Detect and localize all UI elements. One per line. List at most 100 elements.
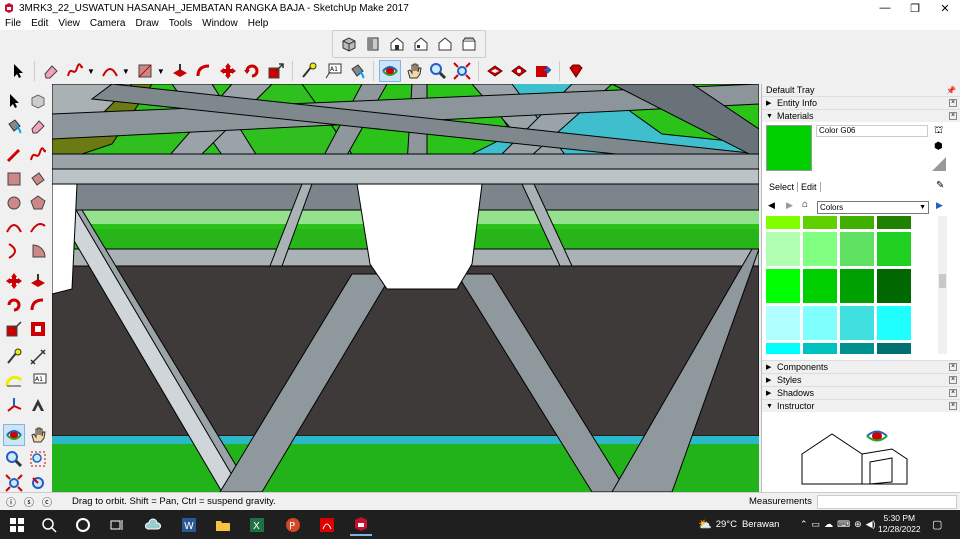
weather-widget[interactable]: ⛅ 29°C Berawan [698, 510, 779, 539]
home-icon[interactable]: ⌂ [802, 199, 808, 210]
paint-bucket-button[interactable] [346, 60, 368, 82]
material-swatch[interactable] [766, 269, 800, 303]
offset-left[interactable] [27, 318, 49, 340]
back-view-button[interactable] [434, 33, 456, 55]
top-view-button[interactable] [362, 33, 384, 55]
close-button[interactable]: ✕ [930, 0, 960, 16]
zoom-extents-button[interactable] [451, 60, 473, 82]
word-app-button[interactable]: W [178, 514, 200, 536]
file-explorer-button[interactable] [212, 514, 234, 536]
windows-start-button[interactable] [6, 514, 28, 536]
pan-tool-button[interactable] [403, 60, 425, 82]
freehand-left[interactable] [27, 144, 49, 166]
tray-expand-icon[interactable]: ⌃ [800, 519, 808, 530]
display-secondary-icon[interactable]: ⛫ [934, 125, 943, 138]
move-tool-button[interactable] [217, 60, 239, 82]
help-icon[interactable]: ⓘ [6, 494, 16, 509]
chevron-down-icon[interactable]: ▼ [122, 67, 130, 76]
left-view-button[interactable] [458, 33, 480, 55]
sketchup-app-button[interactable] [350, 514, 372, 536]
material-swatch[interactable] [803, 232, 837, 266]
front-view-button[interactable] [386, 33, 408, 55]
zoom-tool-button[interactable] [427, 60, 449, 82]
circle-left[interactable] [3, 192, 25, 214]
back-arrow-icon[interactable]: ◀ [768, 200, 775, 211]
share-model-button[interactable] [532, 60, 554, 82]
rectangle-tool-button[interactable] [134, 60, 156, 82]
powerpoint-app-button[interactable]: P [282, 514, 304, 536]
zoom-window-left[interactable] [27, 448, 49, 470]
tab-select[interactable]: Select [766, 182, 799, 192]
close-panel-icon[interactable]: × [949, 363, 957, 371]
eyedropper-icon[interactable]: ✎ [936, 180, 944, 191]
maximize-button[interactable]: ❐ [900, 0, 930, 16]
clock[interactable]: 5:30 PM 12/28/2022 [878, 513, 921, 535]
tape-measure-left[interactable] [3, 346, 25, 368]
eraser-left[interactable] [27, 115, 49, 137]
rotated-rectangle-left[interactable] [27, 168, 49, 190]
menu-edit[interactable]: Edit [26, 18, 53, 29]
entity-info-panel-header[interactable]: ▶ Entity Info × [762, 96, 960, 109]
material-swatch[interactable] [766, 343, 800, 354]
three-point-arc-left[interactable] [3, 240, 25, 262]
cortana-button[interactable] [72, 514, 94, 536]
task-view-button[interactable] [106, 514, 128, 536]
menu-tools[interactable]: Tools [164, 18, 197, 29]
acrobat-app-button[interactable] [316, 514, 338, 536]
scale-tool-button[interactable] [265, 60, 287, 82]
instructor-panel-header[interactable]: ▼ Instructor × [762, 399, 960, 412]
move-left[interactable] [3, 270, 25, 292]
components-panel-header[interactable]: ▶ Components × [762, 360, 960, 373]
followme-tool-button[interactable] [193, 60, 215, 82]
pie-left[interactable] [27, 240, 49, 262]
arc-tool-button[interactable] [99, 60, 121, 82]
select-tool-button[interactable] [7, 60, 29, 82]
3d-text-left[interactable] [27, 394, 49, 416]
material-swatch[interactable] [877, 343, 911, 354]
menu-draw[interactable]: Draw [130, 18, 163, 29]
menu-help[interactable]: Help [243, 18, 274, 29]
styles-panel-header[interactable]: ▶ Styles × [762, 373, 960, 386]
text-tool-button[interactable]: A1 [322, 60, 344, 82]
network-icon[interactable]: ⊕ [854, 519, 862, 530]
rotate-tool-button[interactable] [241, 60, 263, 82]
rotate-left[interactable] [3, 294, 25, 316]
sample-paint-icon[interactable] [932, 157, 946, 171]
chevron-down-icon[interactable]: ▼ [157, 67, 165, 76]
cloud-sync-icon[interactable]: ☁ [824, 519, 833, 530]
close-panel-icon[interactable]: × [949, 112, 957, 120]
details-arrow-icon[interactable]: ▶ [936, 200, 943, 211]
pin-icon[interactable]: 📌 [946, 86, 956, 95]
pan-left[interactable] [27, 424, 49, 446]
menu-window[interactable]: Window [197, 18, 243, 29]
swatch-scrollbar[interactable] [938, 216, 947, 354]
right-view-button[interactable] [410, 33, 432, 55]
axes-left[interactable] [3, 394, 25, 416]
text-left[interactable]: A1 [27, 370, 49, 392]
material-swatch[interactable] [877, 216, 911, 229]
tape-measure-button[interactable] [298, 60, 320, 82]
followme-left[interactable] [27, 294, 49, 316]
minimize-button[interactable]: — [870, 0, 900, 16]
protractor-left[interactable] [3, 370, 25, 392]
make-component-button[interactable] [27, 90, 49, 112]
material-swatch[interactable] [840, 306, 874, 340]
material-swatch[interactable] [766, 232, 800, 266]
material-swatch[interactable] [840, 232, 874, 266]
eraser-tool-button[interactable] [40, 60, 62, 82]
orbit-tool-button[interactable] [378, 60, 401, 82]
keyboard-icon[interactable]: ⌨ [837, 519, 850, 530]
freehand-tool-button[interactable] [64, 60, 86, 82]
pushpull-tool-button[interactable] [169, 60, 191, 82]
shadows-panel-header[interactable]: ▶ Shadows × [762, 386, 960, 399]
iso-view-button[interactable] [338, 33, 360, 55]
select-tool-left[interactable] [3, 90, 25, 112]
measurements-input[interactable] [817, 495, 957, 509]
scroll-thumb[interactable] [939, 274, 946, 288]
display-icon[interactable]: ▭ [812, 519, 821, 530]
menu-view[interactable]: View [53, 18, 85, 29]
close-panel-icon[interactable]: × [949, 99, 957, 107]
previous-view-left[interactable] [27, 472, 49, 494]
material-swatch[interactable] [840, 269, 874, 303]
close-panel-icon[interactable]: × [949, 389, 957, 397]
